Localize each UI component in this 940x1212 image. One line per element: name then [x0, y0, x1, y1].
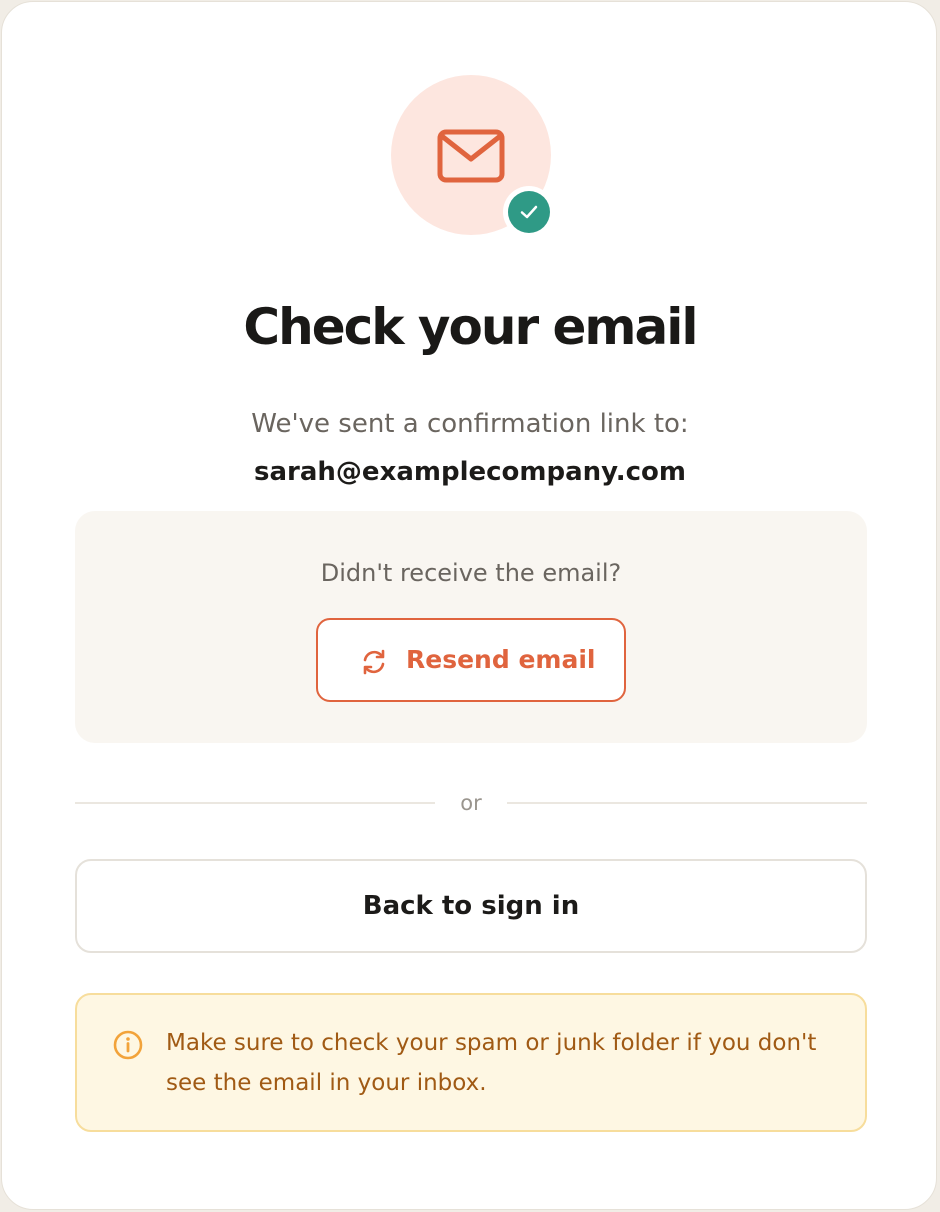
- resend-email-label: Resend email: [406, 645, 596, 674]
- info-icon: [113, 1030, 143, 1060]
- success-badge: [503, 186, 555, 238]
- divider-line-right: [507, 802, 867, 804]
- resend-prompt: Didn't receive the email?: [320, 559, 622, 587]
- resend-email-button[interactable]: Resend email: [316, 618, 626, 702]
- confirmation-card: Check your email We've sent a confirmati…: [1, 1, 937, 1210]
- confirmation-subtitle: We've sent a confirmation link to:: [251, 409, 689, 439]
- divider-line-left: [75, 802, 435, 804]
- resend-panel: Didn't receive the email? Resend email: [75, 511, 867, 743]
- checkmark-icon: [520, 205, 538, 219]
- or-divider: or: [75, 790, 867, 816]
- spam-folder-notice: Make sure to check your spam or junk fol…: [75, 993, 867, 1132]
- notice-text: Make sure to check your spam or junk fol…: [166, 1030, 817, 1096]
- envelope-icon: [437, 129, 505, 183]
- divider-label: or: [460, 791, 482, 815]
- refresh-icon: [363, 649, 385, 675]
- page-title: Check your email: [243, 298, 698, 356]
- recipient-email: sarah@examplecompany.com: [254, 457, 686, 487]
- back-to-sign-in-button[interactable]: Back to sign in: [75, 859, 867, 953]
